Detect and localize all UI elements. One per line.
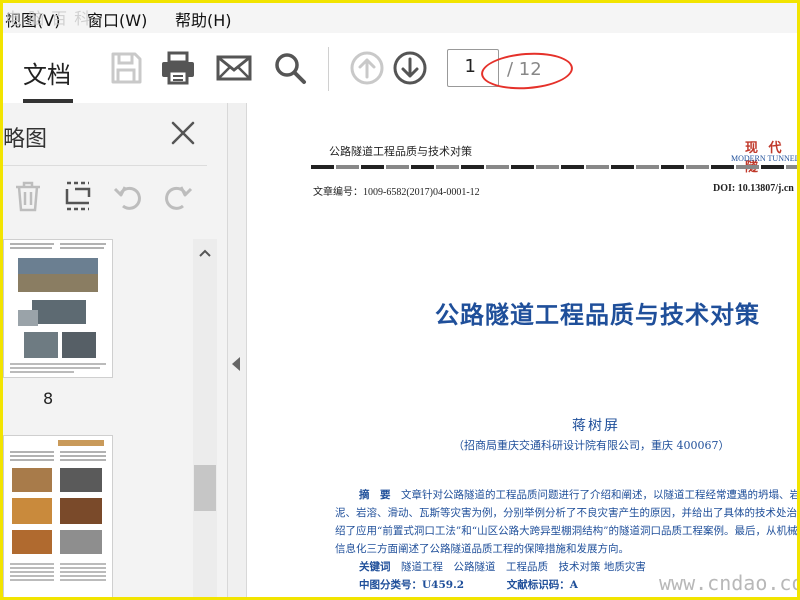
print-icon[interactable]	[159, 49, 197, 87]
thumbnail-scrollbar[interactable]	[193, 239, 217, 597]
keywords-line: 关键词 隧道工程 公路隧道 工程品质 技术对策 地质灾害	[359, 561, 646, 573]
search-icon[interactable]	[271, 49, 309, 87]
abstract-line: 绍了应用“前置式洞口工法”和“山区公路大跨异型棚洞结构”的隧道洞口品质工程案例。…	[335, 525, 798, 537]
document-view[interactable]: 公路隧道工程品质与技术对策 现 代 隧 MODERN TUNNEL 文章编号：1…	[247, 103, 800, 597]
menu-view[interactable]: 视图(V)	[5, 7, 60, 31]
toolbar: 文档 1 / 12	[3, 33, 797, 104]
trash-icon[interactable]	[11, 179, 45, 213]
thumbnail-list: 8	[3, 239, 191, 597]
tab-document[interactable]: 文档	[23, 55, 71, 90]
classification-line: 中图分类号：U459.2 文献标识码：A	[359, 579, 578, 591]
save-icon[interactable]	[107, 49, 145, 87]
journal-name-en: MODERN TUNNEL	[731, 154, 800, 163]
scrollbar-thumb[interactable]	[194, 465, 216, 511]
panel-title: 略图	[3, 127, 48, 152]
down-arrow-icon[interactable]	[391, 49, 429, 87]
page-thumbnail[interactable]	[3, 239, 113, 378]
article-title: 公路隧道工程品质与技术对策	[435, 300, 760, 329]
page-thumbnail[interactable]	[3, 435, 113, 597]
thumbnail-page-number: 8	[43, 389, 54, 408]
menu-bar: 视图(V) 窗口(W) 帮助(H) 电 脑 百 科	[3, 3, 797, 33]
thumbnail-panel: 略图 8	[3, 103, 228, 597]
running-header: 公路隧道工程品质与技术对策	[329, 145, 472, 158]
rotate-left-icon[interactable]	[111, 179, 145, 213]
abstract-line: 信息化三方面阐述了公路隧道品质工程的保障措施和发展方向。	[335, 543, 629, 555]
thumbnail-preview	[10, 440, 106, 581]
up-arrow-icon[interactable]	[348, 49, 386, 87]
menu-help[interactable]: 帮助(H)	[175, 7, 232, 31]
article-doi: DOI: 10.13807/j.cn	[713, 183, 794, 194]
menu-window[interactable]: 窗口(W)	[87, 7, 147, 31]
thumbnail-preview	[10, 243, 106, 373]
mail-icon[interactable]	[215, 49, 253, 87]
rotate-right-icon[interactable]	[161, 179, 195, 213]
abstract-line: 泥、岩溶、滑动、瓦斯等灾害为例，分别举例分析了不良灾害产生的原因，并给出了具体的…	[335, 507, 800, 519]
abstract-line: 摘 要 文章针对公路隧道的工程品质问题进行了介绍和阐述，以隧道工程经常遭遇的坍塌…	[359, 489, 800, 501]
chevron-up-icon[interactable]	[197, 245, 213, 261]
article-affiliation: （招商局重庆交通科研设计院有限公司，重庆 400067）	[453, 439, 730, 452]
chevron-left-icon[interactable]	[232, 357, 240, 371]
app-window: 视图(V) 窗口(W) 帮助(H) 电 脑 百 科 文档 1 / 12 略图 8…	[0, 0, 800, 600]
extract-icon[interactable]	[61, 179, 95, 213]
toolbar-separator	[328, 47, 329, 91]
panel-collapse-handle[interactable]	[228, 103, 247, 597]
article-number: 文章编号：1009-6582(2017)04-0001-12	[313, 187, 480, 198]
article-author: 蒋树屏	[572, 418, 620, 434]
header-rule	[311, 165, 797, 169]
keywords-label: 关键词	[359, 561, 391, 573]
panel-divider	[3, 165, 207, 166]
close-icon[interactable]	[169, 119, 197, 147]
abstract-label: 摘 要	[359, 489, 391, 501]
